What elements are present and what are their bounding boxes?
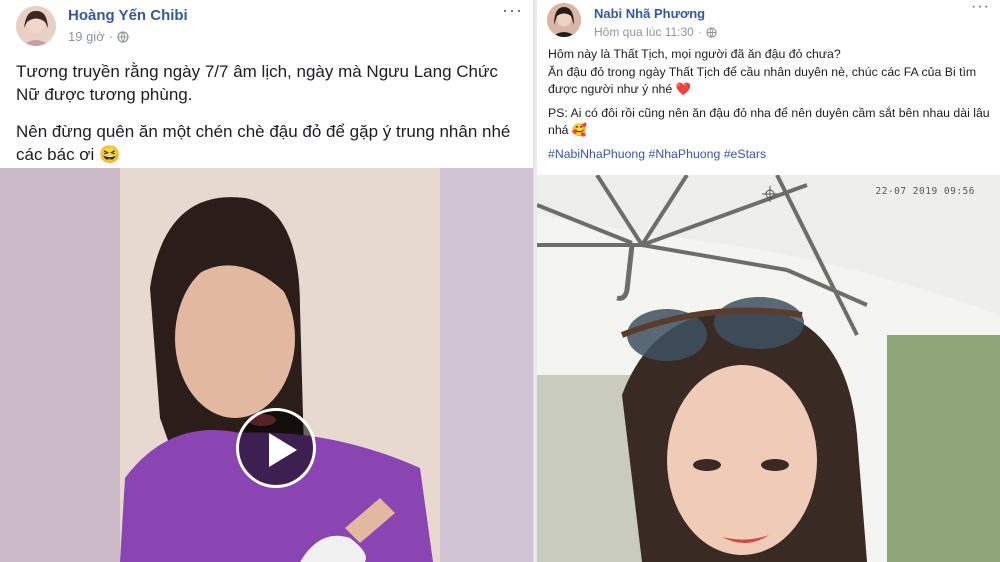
post-line: Ăn đậu đỏ trong ngày Thất Tịch để cầu nh…	[548, 64, 977, 97]
video-thumbnail	[0, 168, 533, 562]
post-paragraph: Tương truyền rằng ngày 7/7 âm lịch, ngày…	[16, 62, 498, 104]
hashtags[interactable]: #NabiNhaPhuong #NhaPhuong #eStars	[548, 146, 990, 164]
post-meta: 19 giờ ·	[68, 29, 129, 44]
crosshair-icon	[762, 186, 778, 202]
post-meta: Hôm qua lúc 11:30 ·	[594, 25, 717, 39]
post-header: Hoàng Yến Chibi 19 giờ · ···	[0, 0, 533, 56]
play-icon[interactable]	[236, 408, 316, 488]
photo-image	[537, 175, 1000, 562]
more-horizontal-icon[interactable]: ···	[971, 0, 990, 16]
post-paragraph: Nên đừng quên ăn một chén chè đậu đỏ để …	[16, 122, 511, 164]
more-horizontal-icon[interactable]: ···	[502, 0, 523, 21]
left-post: Hoàng Yến Chibi 19 giờ · ··· Tương truyề…	[0, 0, 534, 562]
post-text: Tương truyền rằng ngày 7/7 âm lịch, ngày…	[16, 60, 517, 180]
post-time[interactable]: Hôm qua lúc 11:30	[594, 25, 694, 39]
author-name[interactable]: Nabi Nhã Phương	[594, 6, 705, 21]
post-time[interactable]: 19 giờ	[68, 29, 105, 44]
post-photo[interactable]: 22-07 2019 09:56	[537, 175, 1000, 562]
author-name[interactable]: Hoàng Yến Chibi	[68, 7, 188, 24]
post-paragraph: Hôm này là Thất Tịch, mọi người đã ăn đậ…	[548, 46, 990, 99]
globe-icon	[706, 26, 717, 38]
post-video[interactable]	[0, 168, 533, 562]
post-paragraph: PS: Ai có đôi rồi cũng nên ăn đậu đỏ nha…	[548, 105, 990, 138]
author-avatar[interactable]	[16, 6, 56, 46]
right-post: Nabi Nhã Phương Hôm qua lúc 11:30 · ··· …	[537, 0, 1000, 562]
globe-icon	[117, 30, 129, 43]
author-avatar[interactable]	[547, 3, 581, 37]
post-text: Hôm này là Thất Tịch, mọi người đã ăn đậ…	[548, 46, 990, 169]
photo-timestamp: 22-07 2019 09:56	[875, 186, 975, 197]
post-line: Hôm này là Thất Tịch, mọi người đã ăn đậ…	[548, 47, 841, 61]
